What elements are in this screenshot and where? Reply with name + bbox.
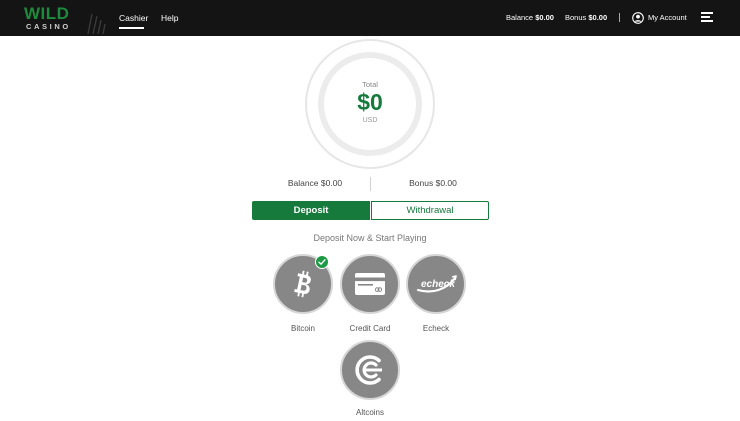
logo-wild-text: WILD xyxy=(24,4,70,23)
logo-stripes-icon xyxy=(87,14,106,34)
deposit-subtitle: Deposit Now & Start Playing xyxy=(313,233,427,243)
payment-method-credit-card[interactable] xyxy=(340,254,400,314)
selected-check-icon xyxy=(315,255,329,269)
credit-card-icon xyxy=(355,273,385,295)
total-amount: $0 xyxy=(357,89,383,115)
header-bonus-label: Bonus xyxy=(565,13,587,22)
altcoins-icon xyxy=(355,355,382,385)
summary-divider xyxy=(370,177,371,191)
my-account-link[interactable]: My Account xyxy=(648,0,687,36)
top-bar: WILD CASINO Cashier Help Balance $0.00 B… xyxy=(0,0,740,36)
total-currency: USD xyxy=(362,117,378,124)
header-balance-value: $0.00 xyxy=(535,13,554,22)
header-balance: Balance $0.00 xyxy=(506,0,554,36)
nav-help[interactable]: Help xyxy=(161,0,178,36)
header-bonus: Bonus $0.00 xyxy=(565,0,607,36)
method-label-altcoins: Altcoins xyxy=(355,408,384,417)
header-divider xyxy=(619,13,620,22)
payment-method-altcoins[interactable] xyxy=(340,340,400,400)
payment-method-echeck[interactable]: echeck xyxy=(406,254,466,314)
nav-active-underline xyxy=(119,27,144,29)
header-bonus-value: $0.00 xyxy=(588,13,608,22)
tab-deposit[interactable]: Deposit xyxy=(252,201,370,220)
logo-casino-text: CASINO xyxy=(26,22,71,31)
summary-balance: Balance $0.00 xyxy=(287,178,343,188)
account-icon[interactable] xyxy=(632,12,644,24)
hamburger-menu-icon[interactable] xyxy=(701,12,713,22)
header-balance-label: Balance xyxy=(506,13,534,22)
echeck-icon-text: echeck xyxy=(421,279,455,290)
wild-casino-logo[interactable]: WILD CASINO xyxy=(24,4,106,34)
tab-withdrawal[interactable]: Withdrawal xyxy=(371,201,489,220)
summary-bonus: Bonus $0.00 xyxy=(409,178,457,188)
method-label-echeck: Echeck xyxy=(422,324,450,333)
nav-cashier[interactable]: Cashier xyxy=(119,0,148,36)
echeck-icon: echeck xyxy=(416,275,457,293)
